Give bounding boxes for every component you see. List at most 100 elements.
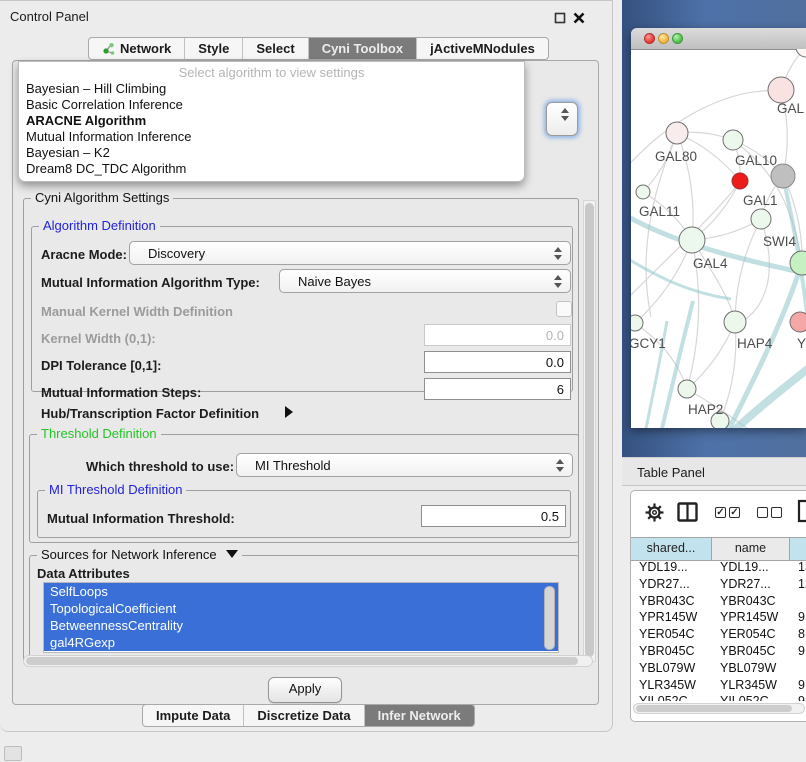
network-node-gal4[interactable] (679, 227, 705, 253)
settings-hscroll-thumb[interactable] (26, 657, 578, 665)
table-row[interactable]: YER054CYER054C8. (631, 627, 806, 644)
network-node-gal-partial[interactable] (768, 77, 794, 103)
network-node-label-swi4: SWI4 (763, 234, 796, 249)
which-threshold-combobox[interactable]: MI Threshold (236, 453, 573, 477)
close-window-icon[interactable] (572, 11, 586, 25)
restore-window-icon[interactable] (554, 12, 566, 24)
table-row[interactable]: YBL079WYBL079W (631, 661, 806, 678)
table-cell: 8. (790, 627, 806, 644)
screen: { "window": { "title": "Control Panel" }… (0, 0, 806, 762)
attribute-item-topologicalcoefficient[interactable]: TopologicalCoefficient (44, 600, 558, 617)
table-cell: YPR145W (631, 610, 712, 627)
tab-label: Select (256, 41, 294, 56)
aracne-mode-combobox[interactable]: Discovery (129, 241, 571, 265)
expand-right-arrow-icon[interactable] (285, 406, 293, 418)
tab-label: Infer Network (378, 708, 461, 723)
dropdown-item-bayesian-k2[interactable]: Bayesian – K2 (19, 145, 524, 161)
column-browser-icon[interactable] (677, 502, 698, 522)
dropdown-item-aracne-algorithm[interactable]: ARACNE Algorithm (19, 113, 524, 129)
network-node-hap4[interactable] (724, 311, 746, 333)
network-view-window: GALGAL80GAL10GAL1GAL11GAL4SWI4GCY1HAP4YH… (631, 28, 806, 428)
network-node-gal11[interactable] (636, 185, 650, 199)
attribute-item-betweennesscentrality[interactable]: BetweennessCentrality (44, 617, 558, 634)
dropdown-item-basic-correlation-inference[interactable]: Basic Correlation Inference (19, 97, 524, 113)
dropdown-item-dream8-dc-tdc-algorithm[interactable]: Dream8 DC_TDC Algorithm (19, 161, 524, 177)
tab-jactivemnodules[interactable]: jActiveMNodules (417, 38, 548, 59)
table-row[interactable]: YBR045CYBR045C9. (631, 644, 806, 661)
inference-algorithm-combobox-partial[interactable] (546, 102, 578, 136)
tab-network[interactable]: Network (89, 38, 185, 59)
table-row[interactable]: YIL052CYIL052C9. (631, 694, 806, 701)
document-icon[interactable] (797, 499, 806, 523)
mi-algorithm-type-combobox[interactable]: Naive Bayes (279, 269, 571, 293)
network-node-label-gal11: GAL11 (639, 204, 680, 219)
network-node-label-gal1: GAL1 (743, 193, 778, 208)
network-node-gcy1[interactable] (631, 315, 643, 331)
column-header-a[interactable]: A (790, 538, 806, 560)
network-node-gal10[interactable] (723, 130, 743, 150)
tab-select[interactable]: Select (243, 38, 308, 59)
table-horizontal-scrollbar[interactable] (633, 703, 805, 714)
manual-kernel-width-checkbox[interactable] (556, 301, 572, 317)
unchecked-checkbox-icon[interactable] (757, 507, 768, 518)
minimize-traffic-light-icon[interactable] (658, 33, 669, 44)
table-settings-gear-icon[interactable] (645, 503, 664, 522)
tab-cyni-toolbox[interactable]: Cyni Toolbox (309, 38, 417, 59)
attribute-item-gal4rgexp[interactable]: gal4RGexp (44, 634, 558, 651)
column-header-name[interactable]: name (712, 538, 790, 560)
tab-style[interactable]: Style (185, 38, 243, 59)
close-traffic-light-icon[interactable] (644, 33, 655, 44)
table-cell: 9. (790, 644, 806, 661)
attribute-item-selfloops[interactable]: SelfLoops (44, 583, 558, 600)
network-node-gal80[interactable] (666, 122, 688, 144)
group-title-threshold-definition: Threshold Definition (37, 427, 161, 441)
checked-checkbox-icon[interactable]: ✓ (729, 507, 740, 518)
network-window-titlebar[interactable] (631, 28, 806, 50)
mi-threshold-field[interactable]: 0.5 (421, 505, 566, 527)
dropdown-item-bayesian-hill-climbing[interactable]: Bayesian – Hill Climbing (19, 81, 524, 97)
table-cell: 9. (790, 694, 806, 701)
network-node-red-node[interactable] (732, 173, 748, 189)
table-cell: YER054C (631, 627, 712, 644)
network-node-label-gcy1: GCY1 (631, 336, 666, 351)
table-cell: 9. (790, 678, 806, 695)
group-title-algorithm-definition: Algorithm Definition (39, 219, 160, 233)
collapse-down-arrow-icon[interactable] (226, 550, 238, 558)
settings-vertical-scrollbar[interactable] (583, 200, 596, 662)
checked-checkbox-icon[interactable]: ✓ (715, 507, 726, 518)
network-node-node-top[interactable] (796, 49, 806, 57)
data-attributes-list[interactable]: SelfLoopsTopologicalCoefficientBetweenne… (43, 582, 559, 653)
table-cell: YIL052C (712, 694, 790, 701)
network-node-gal1[interactable] (751, 209, 771, 229)
table-row[interactable]: YDL19...YDL19...13 (631, 560, 806, 577)
tab-label: Style (198, 41, 229, 56)
settings-scrollbar-thumb[interactable] (585, 203, 594, 657)
network-graph-canvas[interactable]: GALGAL80GAL10GAL1GAL11GAL4SWI4GCY1HAP4YH… (631, 49, 806, 428)
network-node-hap2[interactable] (678, 380, 696, 398)
table-hscroll-thumb[interactable] (636, 705, 792, 712)
settings-horizontal-scrollbar[interactable] (23, 655, 593, 667)
tab-discretize-data[interactable]: Discretize Data (244, 705, 364, 726)
table-row[interactable]: YLR345WYLR345W9. (631, 678, 806, 695)
table-row[interactable]: YBR043CYBR043C (631, 594, 806, 611)
dpi-tolerance-field[interactable]: 0.0 (424, 351, 571, 373)
zoom-traffic-light-icon[interactable] (672, 33, 683, 44)
dropdown-item-mutual-information-inference[interactable]: Mutual Information Inference (19, 129, 524, 145)
apply-button[interactable]: Apply (268, 677, 342, 703)
column-header-shared-[interactable]: shared... (631, 538, 712, 560)
unchecked-checkbox-icon[interactable] (771, 507, 782, 518)
kernel-width-field[interactable]: 0.0 (424, 324, 571, 346)
table-row[interactable]: YPR145WYPR145W9. (631, 610, 806, 627)
network-edge (635, 240, 692, 323)
table-cell: YDR27... (631, 577, 712, 594)
table-row[interactable]: YDR27...YDR27...12 (631, 577, 806, 594)
network-node-label-salmon-node: Y (797, 336, 806, 351)
node-table: shared...nameA (631, 537, 806, 561)
collapsed-panel-icon[interactable] (4, 746, 22, 761)
tab-infer-network[interactable]: Infer Network (365, 705, 474, 726)
list-scrollbar-thumb[interactable] (544, 586, 555, 650)
mi-steps-field[interactable]: 6 (424, 378, 571, 400)
mi-algorithm-type-label: Mutual Information Algorithm Type: (41, 275, 260, 290)
tab-impute-data[interactable]: Impute Data (143, 705, 244, 726)
network-node-salmon-node[interactable] (790, 312, 806, 332)
